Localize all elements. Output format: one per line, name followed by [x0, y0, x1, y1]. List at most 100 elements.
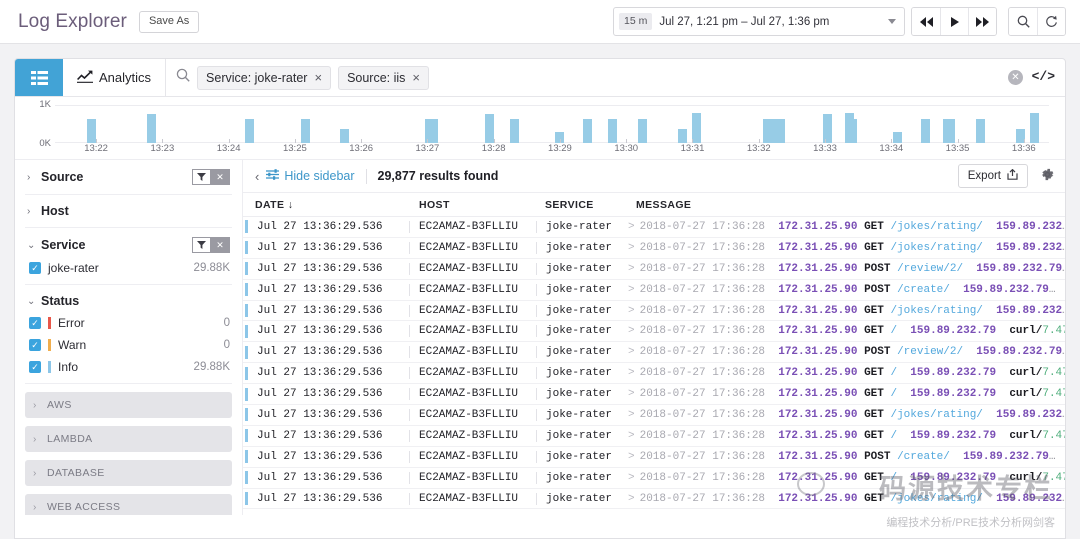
table-row[interactable]: Jul 27 13:36:29.536 EC2AMAZ-B3FLLIU joke-r…	[243, 468, 1065, 489]
expand-caret-icon[interactable]: >	[628, 388, 635, 400]
histogram-bar[interactable]	[678, 128, 688, 143]
facet-row[interactable]: ✓ Warn 0	[27, 338, 230, 352]
facet-header[interactable]: › Host	[27, 204, 230, 218]
facet-row[interactable]: ✓ Error 0	[27, 316, 230, 330]
expand-caret-icon[interactable]: >	[628, 325, 635, 337]
facet-row[interactable]: ✓ Info 29.88K	[27, 360, 230, 374]
histogram-bar[interactable]	[920, 119, 930, 143]
facet-group-web-access[interactable]: › WEB ACCESS	[25, 494, 232, 515]
facet-group-lambda[interactable]: › LAMBDA	[25, 426, 232, 452]
time-range-picker[interactable]: 15 m Jul 27, 1:21 pm – Jul 27, 1:36 pm	[613, 7, 905, 36]
histogram-bar[interactable]	[892, 131, 902, 143]
table-row[interactable]: Jul 27 13:36:29.536 EC2AMAZ-B3FLLIU joke-r…	[243, 321, 1065, 343]
collapse-sidebar-chevron-icon[interactable]: ‹	[255, 169, 259, 184]
close-icon[interactable]: ×	[412, 71, 420, 84]
facet-group-database[interactable]: › DATABASE	[25, 460, 232, 486]
expand-caret-icon[interactable]: >	[628, 346, 635, 358]
rewind-icon[interactable]	[912, 8, 940, 35]
search-minus-icon[interactable]	[1009, 8, 1037, 35]
filter-chip-service[interactable]: Service: joke-rater ×	[197, 65, 332, 90]
expand-caret-icon[interactable]: >	[628, 367, 635, 379]
cell-host: EC2AMAZ-B3FLLIU	[419, 220, 519, 233]
table-row[interactable]: Jul 27 13:36:29.536 EC2AMAZ-B3FLLIU joke-r…	[243, 426, 1065, 447]
expand-caret-icon[interactable]: >	[628, 221, 635, 233]
expand-caret-icon[interactable]: >	[628, 451, 635, 463]
histogram-bar[interactable]	[848, 119, 858, 143]
close-icon[interactable]: ✕	[211, 169, 230, 185]
expand-caret-icon[interactable]: >	[628, 263, 635, 275]
histogram-bar[interactable]	[244, 119, 254, 143]
tab-analytics[interactable]: Analytics	[63, 59, 167, 96]
chevron-right-icon[interactable]: ›	[27, 206, 41, 217]
refresh-icon[interactable]	[1037, 8, 1065, 35]
histogram-bar[interactable]	[424, 119, 434, 143]
table-row[interactable]: Jul 27 13:36:29.536 EC2AMAZ-B3FLLIU joke-r…	[243, 405, 1065, 426]
chevron-down-icon[interactable]: ⌄	[27, 240, 41, 251]
expand-caret-icon[interactable]: >	[628, 284, 635, 296]
table-row[interactable]: Jul 27 13:36:29.536 EC2AMAZ-B3FLLIU joke-r…	[243, 301, 1065, 322]
histogram-bar[interactable]	[976, 119, 986, 143]
table-row[interactable]: Jul 27 13:36:29.536 EC2AMAZ-B3FLLIU joke-r…	[243, 489, 1065, 510]
expand-caret-icon[interactable]: >	[628, 305, 635, 317]
chevron-right-icon[interactable]: ›	[27, 172, 41, 183]
table-row[interactable]: Jul 27 13:36:29.536 EC2AMAZ-B3FLLIU joke-r…	[243, 280, 1065, 301]
checkbox[interactable]: ✓	[29, 339, 41, 351]
histogram-bar[interactable]	[86, 119, 96, 143]
close-icon[interactable]: ✕	[211, 237, 230, 253]
timeline-histogram[interactable]: 1K 0K 13:22 13:23 13:24 13:25 13:26 13:27 13:2…	[15, 97, 1065, 159]
table-row[interactable]: Jul 27 13:36:29.536 EC2AMAZ-B3FLLIU joke-r…	[243, 447, 1065, 468]
histogram-bar[interactable]	[775, 119, 785, 143]
filter-chip-source[interactable]: Source: iis ×	[338, 65, 430, 90]
table-row[interactable]: Jul 27 13:36:29.536 EC2AMAZ-B3FLLIU joke-r…	[243, 384, 1065, 406]
histogram-bar[interactable]	[945, 119, 955, 143]
clear-search-icon[interactable]: ✕	[1008, 70, 1023, 85]
expand-caret-icon[interactable]: >	[628, 430, 635, 442]
search-input[interactable]: Service: joke-rater × Source: iis ×	[166, 59, 1065, 96]
histogram-bar[interactable]	[1030, 113, 1040, 143]
expand-caret-icon[interactable]: >	[628, 493, 635, 505]
table-row[interactable]: Jul 27 13:36:29.536 EC2AMAZ-B3FLLIU joke-r…	[243, 238, 1065, 259]
histogram-bar[interactable]	[762, 119, 772, 143]
expand-caret-icon[interactable]: >	[628, 472, 635, 484]
checkbox[interactable]: ✓	[29, 262, 41, 274]
histogram-bar[interactable]	[692, 113, 702, 143]
histogram-bar[interactable]	[147, 114, 157, 143]
log-table-body[interactable]: Jul 27 13:36:29.536 EC2AMAZ-B3FLLIU joke-r…	[243, 217, 1065, 515]
funnel-icon[interactable]	[192, 169, 211, 185]
histogram-bar[interactable]	[510, 119, 520, 143]
chevron-down-icon[interactable]: ⌄	[27, 296, 41, 307]
histogram-bar[interactable]	[582, 119, 592, 143]
facet-header[interactable]: ⌄ Status	[27, 294, 230, 308]
histogram-bar[interactable]	[340, 128, 350, 143]
checkbox[interactable]: ✓	[29, 361, 41, 373]
code-view-button[interactable]: </>	[1032, 69, 1055, 84]
table-row[interactable]: Jul 27 13:36:29.536 EC2AMAZ-B3FLLIU joke-r…	[243, 259, 1065, 280]
list-view-icon[interactable]	[15, 59, 63, 96]
expand-caret-icon[interactable]: >	[628, 409, 635, 421]
play-icon[interactable]	[940, 8, 968, 35]
export-button[interactable]: Export	[957, 164, 1028, 188]
facet-header[interactable]: › Source ✕	[27, 169, 230, 185]
facet-header[interactable]: ⌄ Service ✕	[27, 237, 230, 253]
close-icon[interactable]: ×	[314, 71, 322, 84]
column-header-date[interactable]: DATE ↓	[255, 199, 419, 211]
gear-icon[interactable]	[1040, 167, 1055, 185]
column-header-host[interactable]: HOST	[419, 199, 545, 211]
facet-row[interactable]: ✓ joke-rater 29.88K	[27, 261, 230, 275]
column-header-message[interactable]: MESSAGE	[636, 199, 691, 211]
chevron-down-icon[interactable]	[888, 19, 896, 24]
checkbox[interactable]: ✓	[29, 317, 41, 329]
histogram-bar[interactable]	[638, 119, 648, 143]
fast-forward-icon[interactable]	[968, 8, 996, 35]
save-as-button[interactable]: Save As	[138, 10, 200, 33]
expand-caret-icon[interactable]: >	[628, 242, 635, 254]
table-row[interactable]: Jul 27 13:36:29.536 EC2AMAZ-B3FLLIU joke-r…	[243, 363, 1065, 385]
histogram-bar[interactable]	[607, 119, 617, 143]
funnel-icon[interactable]	[192, 237, 211, 253]
histogram-bar[interactable]	[300, 119, 310, 143]
column-header-service[interactable]: SERVICE	[545, 199, 636, 211]
facet-group-aws[interactable]: › AWS	[25, 392, 232, 418]
hide-sidebar-button[interactable]: Hide sidebar	[266, 169, 355, 183]
table-row[interactable]: Jul 27 13:36:29.536 EC2AMAZ-B3FLLIU joke-r…	[243, 217, 1065, 238]
table-row[interactable]: Jul 27 13:36:29.536 EC2AMAZ-B3FLLIU joke-r…	[243, 342, 1065, 364]
